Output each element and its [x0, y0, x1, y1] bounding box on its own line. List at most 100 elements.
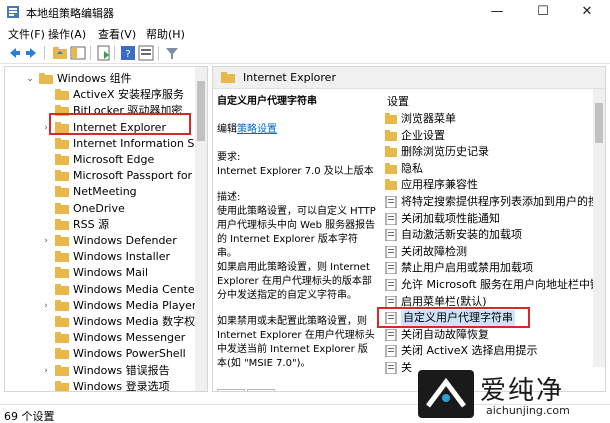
menu-view[interactable]: 查看(V): [98, 26, 136, 42]
setting-label: 将特定搜索提供程序列表添加到用户的搜索提: [401, 195, 605, 208]
folder-icon: [55, 186, 69, 198]
tree-item[interactable]: Internet Information Se: [5, 136, 201, 152]
tree-item-label: Windows Mail: [73, 266, 148, 280]
expand-icon: [41, 87, 51, 103]
folder-icon: [39, 73, 53, 84]
tree-item[interactable]: OneDrive: [5, 201, 195, 217]
policy-setting-item[interactable]: 关闭故障检测: [385, 244, 605, 260]
settings-folder-item[interactable]: 企业设置: [385, 128, 605, 144]
collapse-icon[interactable]: ⌄: [25, 71, 35, 87]
policy-setting-item[interactable]: 关闭加载项性能通知: [385, 211, 605, 227]
folder-icon: [55, 137, 69, 149]
toolbar-separator: [158, 46, 159, 60]
tree-scrollbar-thumb[interactable]: [197, 81, 205, 141]
requirements-text: Internet Explorer 7.0 及以上版本: [217, 166, 374, 177]
close-button[interactable]: ✕: [564, 0, 610, 24]
folder-icon: [55, 202, 69, 214]
folder-icon: [55, 283, 69, 295]
tree-item[interactable]: Windows Media 数字权: [5, 314, 195, 330]
expand-icon: [41, 265, 51, 281]
folder-icon: [385, 179, 397, 191]
folder-icon: [55, 332, 69, 344]
policy-setting-icon: [385, 212, 397, 225]
menu-help[interactable]: 帮助(H): [146, 26, 185, 42]
tree-item[interactable]: Windows PowerShell: [5, 346, 195, 362]
back-arrow-icon[interactable]: [6, 45, 22, 61]
settings-folder-item[interactable]: 浏览器菜单: [385, 111, 605, 127]
tree-item[interactable]: Microsoft Edge: [5, 152, 195, 168]
minimize-button[interactable]: —: [474, 0, 520, 24]
policy-title: 自定义用户代理字符串: [217, 96, 317, 107]
description-text-disabled: 如果禁用或未配置此策略设置，则 Internet Explorer 在用户代理标…: [217, 316, 375, 369]
expand-icon[interactable]: ›: [41, 363, 51, 379]
policy-setting-item[interactable]: 允许 Microsoft 服务在用户向地址栏中键入P: [385, 277, 605, 293]
policy-setting-icon: [385, 279, 397, 291]
export-list-icon[interactable]: [96, 45, 112, 61]
policy-setting-item[interactable]: 关闭 ActiveX 选择启用提示: [385, 343, 605, 359]
policy-setting-icon: [385, 262, 397, 275]
tree-item[interactable]: Windows Installer: [5, 249, 195, 265]
folder-icon: [55, 235, 69, 246]
tree-item[interactable]: ⌄ Windows 组件: [5, 71, 195, 87]
edit-policy-line: 编辑策略设置: [217, 123, 377, 137]
menu-file[interactable]: 文件(F): [8, 26, 45, 42]
expand-icon: [41, 152, 51, 168]
tree-item-label: Microsoft Passport for: [73, 169, 193, 183]
tree-item-label: Windows Defender: [73, 234, 177, 247]
settings-column-header[interactable]: 设置: [387, 93, 409, 109]
tree-scrollbar[interactable]: [195, 67, 207, 391]
tree-item[interactable]: › Windows Defender: [5, 233, 195, 249]
settings-scrollbar-thumb[interactable]: [595, 103, 603, 143]
tab-extended[interactable]: 扩展: [217, 389, 245, 391]
filter-icon[interactable]: [164, 45, 180, 61]
tree-item[interactable]: › Windows Media Player: [5, 298, 196, 314]
setting-label: 企业设置: [401, 128, 445, 142]
setting-label: 应用程序兼容性: [401, 178, 478, 192]
forward-arrow-icon[interactable]: [24, 45, 40, 61]
up-folder-icon[interactable]: [52, 45, 68, 61]
settings-scrollbar[interactable]: [593, 89, 605, 367]
tree-item[interactable]: ActiveX 安装程序服务: [5, 87, 195, 103]
tree-item[interactable]: Microsoft Passport for: [5, 168, 195, 184]
expand-icon[interactable]: ›: [41, 298, 51, 314]
folder-icon: [55, 348, 69, 360]
edit-policy-link[interactable]: 策略设置: [237, 124, 277, 135]
settings-folder-item[interactable]: 删除浏览历史记录: [385, 144, 605, 160]
tree-item-label: Windows 错误报告: [73, 363, 170, 377]
tree-item[interactable]: › Windows 错误报告: [5, 363, 195, 379]
tree-item[interactable]: Windows Media Center: [5, 282, 199, 298]
tree-item-label: Windows Media Center: [73, 282, 200, 296]
setting-label: 关闭 ActiveX 选择启用提示: [401, 344, 538, 358]
tree-item-label: RSS 源: [73, 217, 110, 231]
menu-action[interactable]: 操作(A): [48, 26, 86, 42]
maximize-button[interactable]: ☐: [520, 0, 566, 24]
tree-item[interactable]: Windows Mail: [5, 265, 195, 281]
tree-item-label: Internet Information Se: [73, 136, 202, 150]
watermark-logo: [418, 370, 474, 418]
policy-setting-icon: [385, 245, 397, 258]
folder-icon: [385, 129, 397, 141]
expand-icon: [41, 249, 51, 265]
folder-icon: [55, 89, 69, 101]
tree-item[interactable]: Windows Messenger: [5, 330, 195, 346]
expand-icon: [41, 330, 51, 346]
settings-folder-item[interactable]: 应用程序兼容性: [385, 177, 605, 193]
policy-setting-item[interactable]: 将特定搜索提供程序列表添加到用户的搜索提: [385, 194, 605, 210]
tree-item-label: Windows PowerShell: [73, 347, 186, 361]
menu-bar: 文件(F) 操作(A) 查看(V) 帮助(H): [0, 24, 610, 42]
policy-setting-item[interactable]: 禁止用户启用或禁用加载项: [385, 260, 605, 276]
show-hide-tree-icon[interactable]: [70, 45, 86, 61]
policy-setting-item[interactable]: 关闭自动故障恢复: [385, 327, 605, 343]
tab-standard[interactable]: 标准: [247, 389, 275, 391]
tree-item[interactable]: Windows 登录选项: [5, 379, 195, 391]
toolbar-separator: [90, 46, 91, 60]
expand-icon[interactable]: ›: [41, 233, 51, 249]
help-icon[interactable]: ?: [120, 45, 136, 61]
tree-item[interactable]: NetMeeting: [5, 184, 195, 200]
settings-folder-item[interactable]: 隐私: [385, 161, 605, 177]
folder-icon: [55, 316, 69, 327]
properties-icon[interactable]: [138, 45, 154, 61]
policy-setting-item[interactable]: 自动激活新安装的加载项: [385, 227, 605, 243]
tree-item[interactable]: RSS 源: [5, 217, 195, 233]
expand-icon: [41, 136, 51, 152]
